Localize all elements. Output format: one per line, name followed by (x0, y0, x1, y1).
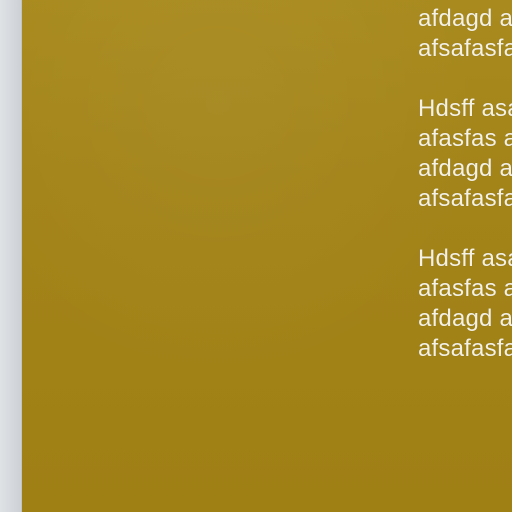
left-edge-panel (0, 0, 22, 512)
text-line: Hdsff asa (418, 245, 512, 272)
text-line: afsafasfa (418, 335, 512, 362)
text-line: afdagd a (418, 5, 512, 32)
text-line: afasfas a (418, 125, 512, 152)
paragraph-3: Hdsff asa afasfas a afdagd a afsafasfa (418, 244, 512, 364)
text-block: afdagd a afsafasfa Hdsff asa afasfas a a… (418, 4, 512, 364)
screen: afdagd a afsafasfa Hdsff asa afasfas a a… (0, 0, 512, 512)
text-line: afasfas a (418, 275, 512, 302)
text-line: afdagd a (418, 305, 512, 332)
main-panel: afdagd a afsafasfa Hdsff asa afasfas a a… (22, 0, 512, 512)
text-line: afsafasfa (418, 35, 512, 62)
paragraph-2: Hdsff asa afasfas a afdagd a afsafasfa (418, 94, 512, 214)
paragraph-1: afdagd a afsafasfa (418, 4, 512, 64)
text-line: Hdsff asa (418, 95, 512, 122)
text-line: afsafasfa (418, 185, 512, 212)
text-line: afdagd a (418, 155, 512, 182)
